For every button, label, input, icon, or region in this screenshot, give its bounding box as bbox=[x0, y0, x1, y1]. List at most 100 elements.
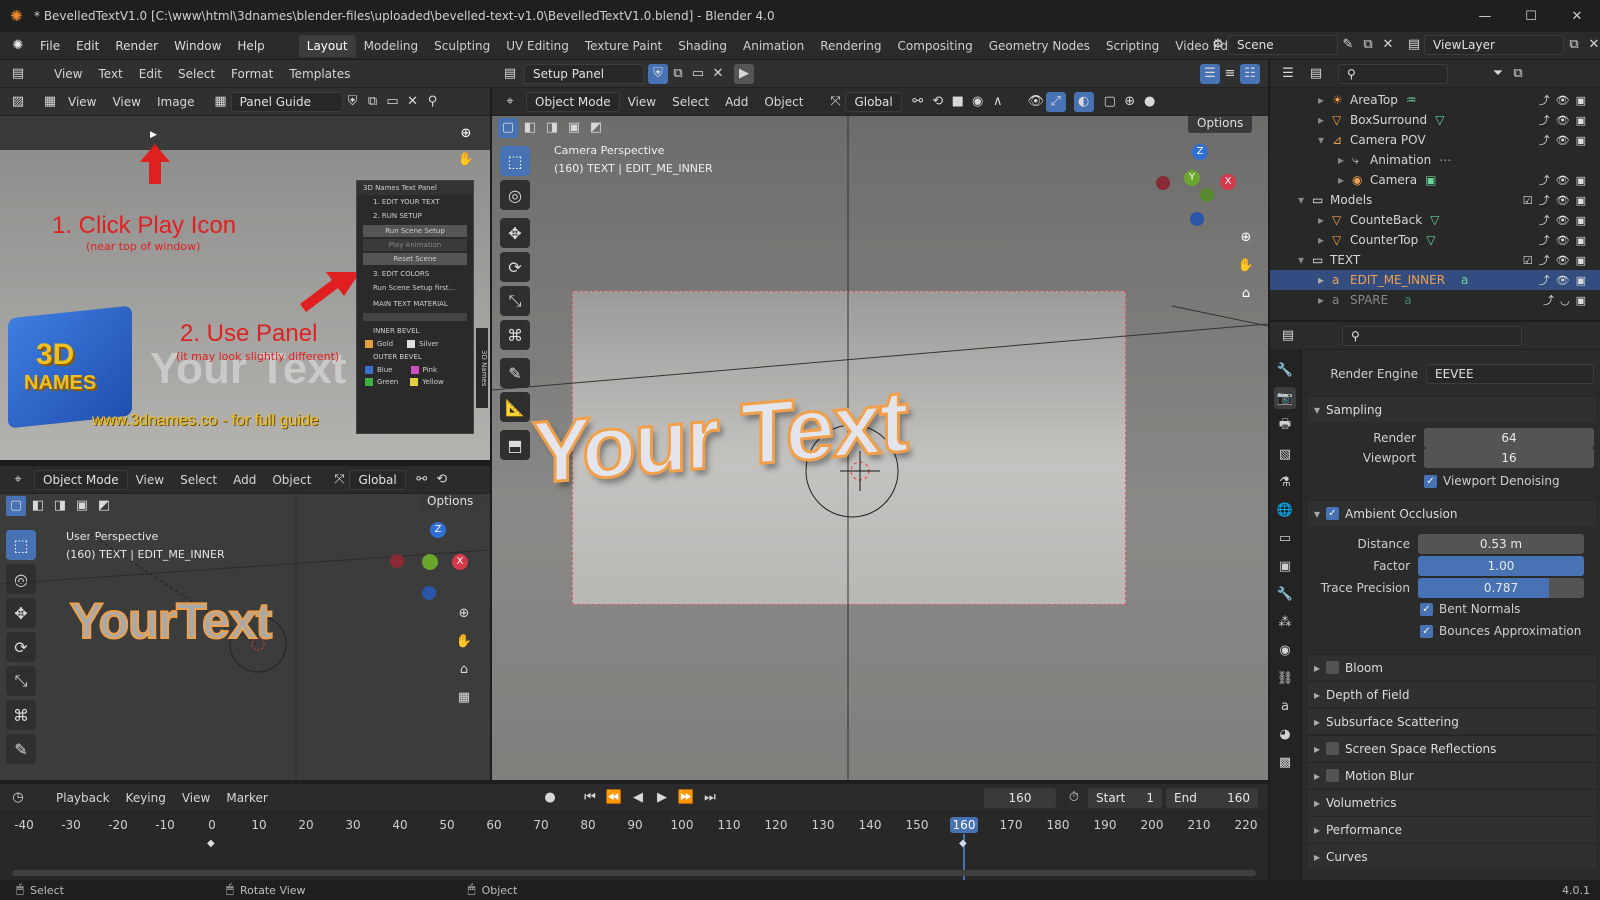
clock-icon[interactable]: ⏱ bbox=[1064, 788, 1084, 808]
xray-icon[interactable]: ▢ bbox=[1100, 92, 1120, 112]
small-menu-view[interactable]: View bbox=[128, 471, 172, 489]
jump-start-icon[interactable]: ⏮ bbox=[580, 788, 600, 808]
visibility-toggles-icon[interactable]: ⤴👁▣ bbox=[1539, 172, 1592, 188]
pin-icon[interactable]: ✎ bbox=[1338, 35, 1358, 55]
image-open-icon[interactable]: ▭ bbox=[383, 92, 403, 112]
expand-icon[interactable]: ▸ bbox=[1338, 173, 1352, 187]
main-x-axis-icon[interactable]: X bbox=[1220, 174, 1236, 190]
expand-icon[interactable]: ▸ bbox=[1318, 93, 1332, 107]
timeline-menu-playback[interactable]: Playback bbox=[48, 789, 118, 807]
properties-type-icon[interactable]: ▤ bbox=[1278, 326, 1298, 346]
constraints-tab-icon[interactable]: ⛓ bbox=[1274, 667, 1296, 689]
small-orientation-dropdown[interactable]: Global bbox=[349, 469, 406, 490]
properties-search-input[interactable]: ⚲ bbox=[1342, 325, 1522, 346]
tab-sculpting[interactable]: Sculpting bbox=[426, 35, 498, 57]
main-z-axis-icon[interactable]: Z bbox=[1192, 144, 1208, 160]
viewport-denoising-row[interactable]: ✓ Viewport Denoising bbox=[1424, 474, 1560, 488]
main-rotate-tool[interactable]: ⟳ bbox=[500, 252, 530, 282]
main-pivot-icon[interactable]: ⚯ bbox=[908, 92, 928, 112]
object-tab-icon[interactable]: ▣ bbox=[1274, 555, 1296, 577]
bent-normals-checkbox[interactable]: ✓ bbox=[1420, 602, 1433, 616]
outliner-row[interactable]: ▸ a SPARE a ⤴◡▣ bbox=[1270, 290, 1600, 310]
main-add-cube-tool[interactable]: ⬒ bbox=[500, 430, 530, 460]
scene-selector[interactable]: ⚙ Scene ✎ ⧉ ✕ bbox=[1208, 35, 1398, 55]
text-menu-text[interactable]: Text bbox=[90, 65, 130, 83]
tab-uv-editing[interactable]: UV Editing bbox=[498, 35, 577, 57]
tab-modeling[interactable]: Modeling bbox=[356, 35, 427, 57]
visibility-toggles-icon[interactable]: ⤴👁▣ bbox=[1539, 232, 1592, 248]
viewlayer-field[interactable]: ViewLayer bbox=[1424, 35, 1564, 55]
wireframe-shading-icon[interactable]: ⊕ bbox=[1120, 92, 1140, 112]
main-proportional-icon[interactable]: ◉ bbox=[968, 92, 988, 112]
sampling-section-header[interactable]: ▾ Sampling bbox=[1308, 396, 1596, 422]
main-viewport-canvas[interactable]: ▢ ◧ ◨ ▣ ◩ Options ⬚ ◎ ✥ ⟳ ⤡ ⌘ ✎ 📐 ⬒ Came… bbox=[492, 116, 1268, 780]
ao-section-header[interactable]: ▾ ✓ Ambient Occlusion bbox=[1308, 500, 1596, 526]
visibility-toggles-icon[interactable]: ⤴👁▣ bbox=[1539, 132, 1592, 148]
data-tab-icon[interactable]: a bbox=[1274, 695, 1296, 717]
neg-x-axis-icon[interactable] bbox=[390, 554, 404, 568]
blender-menu-icon[interactable]: ✺ bbox=[8, 36, 28, 56]
expand-icon[interactable]: ▾ bbox=[1298, 193, 1312, 207]
small-menu-add[interactable]: Add bbox=[225, 471, 264, 489]
delete-scene-icon[interactable]: ✕ bbox=[1378, 35, 1398, 55]
image-editor-canvas[interactable]: ▶ 1. Click Play Icon (near top of window… bbox=[0, 116, 490, 460]
texture-tab-icon[interactable]: ▩ bbox=[1274, 751, 1296, 773]
main-falloff-icon[interactable]: ∧ bbox=[988, 92, 1008, 112]
small-camera-icon[interactable]: ⌂ bbox=[454, 660, 474, 680]
neg-z-axis-icon[interactable] bbox=[422, 586, 436, 600]
record-icon[interactable]: ● bbox=[540, 788, 560, 808]
main-neg-x-axis-icon[interactable] bbox=[1156, 176, 1170, 190]
small-menu-select[interactable]: Select bbox=[172, 471, 225, 489]
play-icon[interactable]: ▶ bbox=[652, 788, 672, 808]
run-script-play-icon[interactable]: ▶ bbox=[734, 63, 754, 84]
text-menu-edit[interactable]: Edit bbox=[131, 65, 170, 83]
expand-icon[interactable]: ▸ bbox=[1318, 233, 1332, 247]
main-select-invert-icon[interactable]: ▣ bbox=[564, 118, 584, 138]
main-snap-icon[interactable]: ⟲ bbox=[928, 92, 948, 112]
timeline-scrollbar[interactable] bbox=[12, 870, 1256, 876]
curves-section[interactable]: ▸ Curves bbox=[1308, 843, 1596, 869]
bounces-approx-checkbox[interactable]: ✓ bbox=[1420, 624, 1433, 638]
image-menu-view[interactable]: View bbox=[60, 93, 104, 111]
scene-tab-icon[interactable]: ⚗ bbox=[1274, 471, 1296, 493]
overlay-toggle-icon[interactable]: ◐ bbox=[1073, 91, 1094, 112]
viewport-denoising-checkbox[interactable]: ✓ bbox=[1424, 474, 1437, 488]
main-measure-tool[interactable]: 📐 bbox=[500, 392, 530, 422]
outliner-row[interactable]: ▸ ▽ CounteBack ▽ ⤴👁▣ bbox=[1270, 210, 1600, 230]
main-select-new-icon[interactable]: ▢ bbox=[498, 118, 518, 138]
timeline-menu-view[interactable]: View bbox=[174, 789, 218, 807]
text-menu-templates[interactable]: Templates bbox=[281, 65, 358, 83]
gizmo-toggle-icon[interactable]: ⤢ bbox=[1045, 91, 1066, 112]
visibility-icon[interactable]: 👁 bbox=[1026, 92, 1046, 112]
tool-tab-icon[interactable]: 🔧 bbox=[1274, 359, 1296, 381]
minimize-button[interactable]: — bbox=[1462, 9, 1508, 24]
small-snap-icon[interactable]: ⟲ bbox=[432, 470, 452, 490]
menu-render[interactable]: Render bbox=[107, 39, 166, 53]
menu-window[interactable]: Window bbox=[166, 39, 229, 53]
current-frame-field[interactable]: 160 bbox=[984, 788, 1056, 808]
tab-shading[interactable]: Shading bbox=[670, 35, 735, 57]
dof-section[interactable]: ▸ Depth of Field bbox=[1308, 681, 1596, 707]
main-annotate-tool[interactable]: ✎ bbox=[500, 358, 530, 388]
ssr-checkbox[interactable] bbox=[1326, 742, 1339, 755]
new-viewlayer-icon[interactable]: ⧉ bbox=[1564, 35, 1584, 55]
next-keyframe-icon[interactable]: ⏩ bbox=[676, 788, 696, 808]
main-menu-add[interactable]: Add bbox=[717, 93, 756, 111]
material-tab-icon[interactable]: ◕ bbox=[1274, 723, 1296, 745]
maximize-button[interactable]: ☐ bbox=[1508, 9, 1554, 24]
outliner-display-mode-icon[interactable]: ▤ bbox=[1306, 64, 1326, 84]
outliner-search-input[interactable]: ⚲ bbox=[1338, 63, 1448, 84]
main-menu-select[interactable]: Select bbox=[664, 93, 717, 111]
small-object-mode-dropdown[interactable]: Object Mode bbox=[34, 469, 128, 490]
main-options-dropdown[interactable]: Options bbox=[1188, 116, 1253, 133]
expand-icon[interactable]: ▾ bbox=[1298, 253, 1312, 267]
ao-checkbox[interactable]: ✓ bbox=[1326, 507, 1339, 520]
outliner-type-icon[interactable]: ☰ bbox=[1278, 64, 1298, 84]
image-fake-user-icon[interactable]: ⛨ bbox=[343, 92, 363, 112]
main-select-extend-icon[interactable]: ◧ bbox=[520, 118, 540, 138]
main-orientation-dropdown[interactable]: Global bbox=[845, 91, 902, 112]
expand-icon[interactable]: ▸ bbox=[1338, 153, 1352, 167]
main-transform-tool[interactable]: ⌘ bbox=[500, 320, 530, 350]
editor-type-icon[interactable]: ▤ bbox=[8, 64, 28, 84]
text-menu-format[interactable]: Format bbox=[223, 65, 281, 83]
